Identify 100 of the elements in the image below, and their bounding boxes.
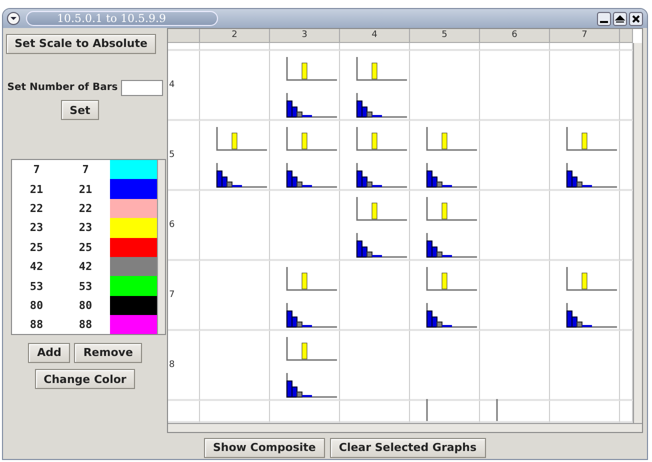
- grid-cell[interactable]: [550, 261, 620, 331]
- range-end[interactable]: 42: [61, 260, 110, 274]
- grid-cell[interactable]: [410, 51, 480, 121]
- mini-graph-drawing[interactable]: [286, 57, 338, 119]
- grid-cell[interactable]: [410, 261, 480, 331]
- grid-cell[interactable]: [480, 43, 550, 51]
- range-start[interactable]: 25: [12, 240, 61, 254]
- range-end[interactable]: 7: [61, 163, 110, 176]
- grid-cell[interactable]: [480, 191, 550, 261]
- color-swatch[interactable]: [110, 276, 157, 296]
- grid-cell[interactable]: [410, 331, 480, 401]
- clear-graphs-button[interactable]: Clear Selected Graphs: [330, 438, 486, 458]
- column-header[interactable]: 7: [550, 29, 620, 43]
- grid-cell[interactable]: [200, 191, 270, 261]
- minimize-icon[interactable]: [597, 12, 611, 26]
- mini-graph-drawing[interactable]: [286, 267, 338, 329]
- grid-cell[interactable]: [550, 51, 620, 121]
- range-end[interactable]: 53: [61, 280, 110, 293]
- range-end[interactable]: 88: [61, 318, 110, 332]
- grid-cell[interactable]: [200, 51, 270, 121]
- scale-button[interactable]: Set Scale to Absolute: [6, 34, 156, 54]
- mini-graph-drawing[interactable]: [286, 337, 338, 399]
- range-start[interactable]: 42: [12, 260, 61, 274]
- mini-graph-drawing[interactable]: [566, 127, 618, 189]
- range-end[interactable]: 80: [61, 298, 110, 312]
- show-composite-button[interactable]: Show Composite: [204, 438, 325, 458]
- grid-cell[interactable]: [550, 43, 620, 51]
- menu-icon[interactable]: [7, 12, 20, 25]
- grid-cell[interactable]: [340, 331, 410, 401]
- column-header[interactable]: 5: [410, 29, 480, 43]
- mini-graph-drawing[interactable]: [356, 57, 408, 119]
- grid-cell[interactable]: [550, 121, 620, 191]
- range-end[interactable]: 22: [61, 202, 110, 215]
- vertical-scrollbar[interactable]: [633, 43, 642, 423]
- color-swatch[interactable]: [110, 238, 157, 257]
- color-swatch[interactable]: [110, 315, 157, 334]
- grid-cell[interactable]: [550, 331, 620, 401]
- range-start[interactable]: 22: [12, 202, 61, 215]
- color-swatch[interactable]: [110, 179, 157, 199]
- grid-cell[interactable]: [168, 43, 200, 51]
- close-icon[interactable]: [629, 12, 643, 26]
- column-header[interactable]: 3: [270, 29, 340, 43]
- grid-cell[interactable]: [550, 191, 620, 261]
- list-scrollbar[interactable]: [157, 160, 165, 334]
- set-button[interactable]: Set: [60, 100, 100, 120]
- range-start[interactable]: 53: [12, 280, 61, 293]
- row-header: 6: [168, 191, 200, 261]
- add-button[interactable]: Add: [28, 342, 70, 362]
- grid-cell[interactable]: [480, 331, 550, 401]
- range-end[interactable]: 25: [61, 240, 110, 254]
- range-start[interactable]: 23: [12, 221, 61, 234]
- grid-cell[interactable]: [340, 121, 410, 191]
- mini-graph-drawing[interactable]: [426, 267, 478, 329]
- range-start[interactable]: 7: [12, 163, 61, 176]
- grid-cell[interactable]: [270, 191, 340, 261]
- color-swatch[interactable]: [110, 198, 157, 218]
- column-header[interactable]: 2: [200, 29, 270, 43]
- range-start[interactable]: 21: [12, 182, 61, 196]
- grid-cell[interactable]: [200, 261, 270, 331]
- grid-cell[interactable]: [340, 43, 410, 51]
- mini-graph-drawing[interactable]: [356, 127, 408, 189]
- color-swatch[interactable]: [110, 160, 157, 180]
- bars-input-field[interactable]: [120, 80, 163, 96]
- grid-cell[interactable]: [340, 261, 410, 331]
- grid-cell[interactable]: [410, 121, 480, 191]
- mini-graph-drawing[interactable]: [426, 197, 478, 259]
- column-header[interactable]: 4: [340, 29, 410, 43]
- grid-cell[interactable]: [270, 261, 340, 331]
- change-color-button[interactable]: Change Color: [34, 369, 136, 389]
- range-start[interactable]: 80: [12, 298, 61, 312]
- mini-graph-drawing[interactable]: [426, 127, 478, 189]
- grid-cell[interactable]: [270, 43, 340, 51]
- color-swatch[interactable]: [110, 256, 157, 276]
- grid-cell[interactable]: [410, 191, 480, 261]
- color-swatch[interactable]: [110, 218, 157, 238]
- range-end[interactable]: 23: [61, 221, 110, 234]
- grid-cell[interactable]: [200, 121, 270, 191]
- grid-cell[interactable]: [340, 191, 410, 261]
- range-start[interactable]: 88: [12, 318, 61, 332]
- row-header: 4: [168, 51, 200, 121]
- remove-button[interactable]: Remove: [74, 342, 142, 362]
- maximize-icon[interactable]: [613, 12, 627, 26]
- grid-cell[interactable]: [200, 43, 270, 51]
- mini-graph-drawing[interactable]: [286, 127, 338, 189]
- grid-cell[interactable]: [200, 331, 270, 401]
- grid-cell[interactable]: [480, 121, 550, 191]
- mini-graph-drawing[interactable]: [566, 267, 618, 329]
- column-header[interactable]: 6: [480, 29, 550, 43]
- horizontal-scrollbar[interactable]: [168, 423, 642, 432]
- grid-cell[interactable]: [410, 43, 480, 51]
- grid-cell[interactable]: [480, 51, 550, 121]
- grid-cell[interactable]: [270, 121, 340, 191]
- grid-cell[interactable]: [340, 51, 410, 121]
- mini-graph-drawing[interactable]: [216, 127, 268, 189]
- grid-cell[interactable]: [480, 261, 550, 331]
- mini-graph-drawing[interactable]: [356, 197, 408, 259]
- range-end[interactable]: 21: [61, 182, 110, 196]
- grid-cell[interactable]: [270, 331, 340, 401]
- grid-cell[interactable]: [270, 51, 340, 121]
- color-swatch[interactable]: [110, 296, 157, 316]
